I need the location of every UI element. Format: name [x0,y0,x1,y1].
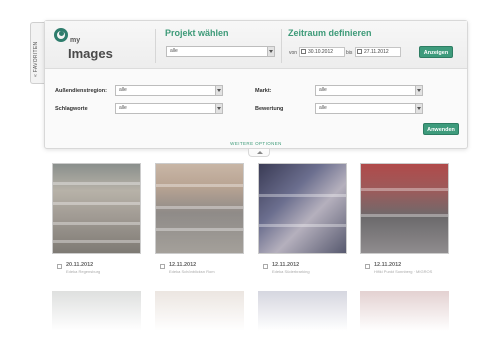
chevron-down-icon [415,104,422,113]
date-to-label: bis [346,50,353,56]
date-from-label: von [289,50,298,56]
divider [281,29,282,63]
select-checkbox[interactable] [365,264,370,269]
thumbnail-date: 12.11.2012 [272,262,300,268]
more-options-link[interactable]: WEITERE OPTIONEN [45,141,467,146]
period-title: Zeitraum definieren [288,28,372,38]
chevron-down-icon [415,86,422,95]
photo-thumbnail[interactable] [155,163,244,254]
project-select-value: alle [170,48,178,54]
thumbnail-caption: Edeka Süderbrarking [272,269,310,274]
date-to-field[interactable]: 27.11.2012 [355,47,401,57]
select-checkbox[interactable] [57,264,62,269]
apply-button[interactable]: Anwenden [423,123,459,135]
region-select[interactable]: alle [115,85,223,96]
date-from-field[interactable]: 30.10.2012 [299,47,345,57]
calendar-icon [357,49,362,54]
date-from-value: 30.10.2012 [308,49,334,55]
thumbnail-caption: Edeka Schönblicksn Rom [169,269,215,274]
favorites-tab-label: « FAVORITEN [33,41,39,77]
chevron-up-icon[interactable] [248,149,270,157]
faded-thumbnail [155,291,244,331]
photo-thumbnail[interactable] [52,163,141,254]
photo-thumbnail[interactable] [258,163,347,254]
keywords-label: Schlagworte [55,106,88,112]
rating-select[interactable]: alle [315,103,423,114]
rating-select-value: alle [319,105,327,111]
thumbnail-caption: Hifiki Punkt Sonnberg · MIGROS [374,269,433,274]
chevron-down-icon [267,47,274,56]
thumbnail-date: 20.11.2012 [66,262,94,268]
panel-header: my Images Projekt wählen alle Zeitraum d… [45,21,467,69]
faded-thumbnail [258,291,347,331]
logo-images-text: Images [68,46,113,61]
chevron-down-icon [215,104,222,113]
select-checkbox[interactable] [160,264,165,269]
thumbnail-caption: Edeka Regensburg [66,269,101,274]
rating-label: Bewertung [255,106,284,112]
logo-my-text: my [70,37,81,44]
thumbnail-date: 12.11.2012 [169,262,197,268]
photo-thumbnail[interactable] [360,163,449,254]
faded-thumbnail [52,291,141,331]
show-button[interactable]: Anzeigen [419,46,453,58]
logo-icon [54,28,68,42]
thumbnail-date: 12.11.2012 [374,262,402,268]
date-to-value: 27.11.2012 [364,49,389,55]
keywords-select[interactable]: alle [115,103,223,114]
filter-panel: my Images Projekt wählen alle Zeitraum d… [44,20,468,157]
divider [155,29,156,63]
chevron-down-icon [215,86,222,95]
faded-thumbnail [360,291,449,331]
project-select[interactable]: alle [166,46,275,57]
favorites-side-tab[interactable]: « FAVORITEN [30,22,44,84]
market-label: Markt: [255,88,272,94]
keywords-select-value: alle [119,105,127,111]
calendar-icon [301,49,306,54]
project-title: Projekt wählen [165,28,229,38]
region-label: Außendienstregion: [55,88,107,94]
market-select-value: alle [319,87,327,93]
market-select[interactable]: alle [315,85,423,96]
region-select-value: alle [119,87,127,93]
select-checkbox[interactable] [263,264,268,269]
